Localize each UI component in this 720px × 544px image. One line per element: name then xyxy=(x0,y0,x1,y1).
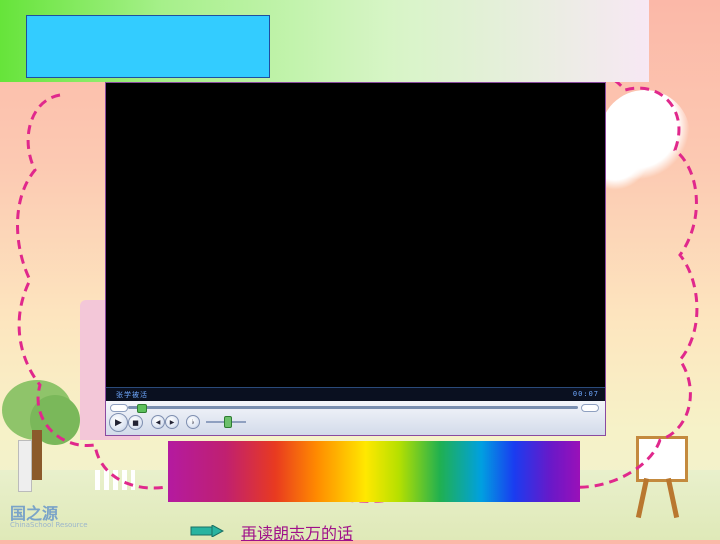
mute-button[interactable]: ♭ xyxy=(186,415,200,429)
mini-toggle[interactable] xyxy=(110,404,128,412)
arrow-right-icon[interactable] xyxy=(190,525,224,537)
play-icon: ▶ xyxy=(115,417,122,428)
fullscreen-toggle[interactable] xyxy=(581,404,599,412)
video-area[interactable] xyxy=(106,83,605,387)
speaker-icon: ♭ xyxy=(191,418,195,426)
stop-icon: ■ xyxy=(132,418,139,427)
play-button[interactable]: ▶ xyxy=(109,413,128,432)
reread-link[interactable]: 再读朗志万的话 xyxy=(241,520,353,544)
media-title: 张学被活 xyxy=(116,391,148,399)
volume-thumb[interactable] xyxy=(224,416,232,428)
previous-icon: ◀ xyxy=(155,418,161,426)
next-icon: ▶ xyxy=(169,418,175,426)
control-bar: ▶ ■ ◀ ▶ ♭ xyxy=(106,401,605,435)
top-banner xyxy=(0,0,649,82)
seek-bar[interactable] xyxy=(128,406,578,409)
seek-thumb[interactable] xyxy=(137,404,147,413)
status-bar: 张学被活 00:07 xyxy=(106,387,605,402)
previous-button[interactable]: ◀ xyxy=(151,415,165,429)
title-placeholder-box xyxy=(26,15,270,78)
next-button[interactable]: ▶ xyxy=(165,415,179,429)
rainbow-strip xyxy=(168,441,580,502)
media-player: 张学被活 00:07 ▶ ■ ◀ ▶ ♭ xyxy=(105,82,606,436)
logo-subtitle: ChinaSchool Resource xyxy=(10,521,88,529)
time-readout: 00:07 xyxy=(572,390,599,398)
stop-button[interactable]: ■ xyxy=(128,415,143,430)
